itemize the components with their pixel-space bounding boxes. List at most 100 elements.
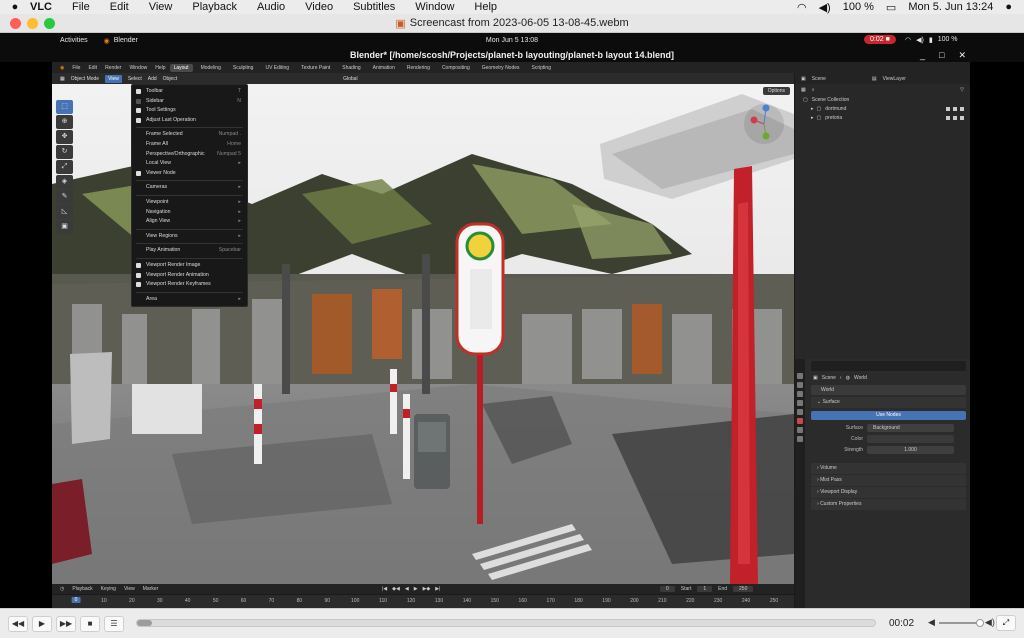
blender-menu-render[interactable]: Render (105, 65, 121, 71)
expand-arrow-icon[interactable]: ▸ (811, 106, 814, 112)
color-swatch[interactable] (867, 434, 954, 443)
output-tab-icon[interactable] (797, 391, 803, 397)
menu-item-tool-settings[interactable]: Tool Settings (132, 106, 247, 116)
timeline-menu-marker[interactable]: Marker (143, 586, 159, 592)
cursor-tool-icon[interactable]: ⊕ (56, 115, 73, 129)
menu-item-align-view[interactable]: Align View ▸ (132, 217, 247, 227)
panel-viewport-display[interactable]: › Viewport Display (811, 487, 966, 498)
stop-button[interactable]: ■ (80, 615, 100, 632)
apple-icon[interactable]: ● (0, 1, 30, 13)
menu-item-navigation[interactable]: Navigation ▸ (132, 208, 247, 218)
annotate-tool-icon[interactable]: ✎ (56, 190, 73, 204)
workspace-tab-rendering[interactable]: Rendering (403, 64, 434, 72)
timeline-menu-keying[interactable]: Keying (101, 586, 116, 592)
workspace-tab-uv-editing[interactable]: UV Editing (261, 64, 293, 72)
menu-view[interactable]: View (149, 1, 173, 13)
workspace-tab-scripting[interactable]: Scripting (528, 64, 555, 72)
blender-menu-window[interactable]: Window (129, 65, 147, 71)
menu-item-viewer-node[interactable]: Viewer Node (132, 169, 247, 179)
activities-button[interactable]: Activities (60, 37, 88, 44)
workspace-tab-sculpting[interactable]: Sculpting (229, 64, 258, 72)
scene-name[interactable]: Scene (812, 76, 826, 82)
scene-tab-icon[interactable] (797, 409, 803, 415)
close-icon[interactable]: ✕ (958, 48, 966, 62)
menu-item-play-animation[interactable]: Play Animation Spacebar (132, 246, 247, 256)
editor-type-icon[interactable]: ▦ (60, 76, 65, 82)
outliner-item-pretoria[interactable]: ▸ ▢ pretoria (795, 113, 970, 122)
workspace-tab-texture-paint[interactable]: Texture Paint (297, 64, 334, 72)
gnome-status[interactable]: ◠ ◀) ▮ 100 % (905, 36, 958, 44)
move-tool-icon[interactable]: ✥ (56, 130, 73, 144)
timeline-menu-view[interactable]: View (124, 586, 135, 592)
menu-help[interactable]: Help (474, 1, 497, 13)
viewport-menu-select[interactable]: Select (128, 76, 142, 82)
menu-window[interactable]: Window (415, 1, 454, 13)
minimize-window-button[interactable] (27, 18, 38, 29)
viewport-menu-view[interactable]: View (105, 74, 122, 83)
menu-item-toolbar[interactable]: Toolbar T (132, 87, 247, 97)
menu-item-area[interactable]: Area ▸ (132, 295, 247, 305)
object-mode-dropdown[interactable]: Object Mode (71, 76, 99, 82)
prev-keyframe-icon[interactable]: ◆◀ (392, 586, 400, 592)
fast-forward-button[interactable]: ▶▶ (56, 615, 76, 632)
control-center-icon[interactable]: ● (1005, 1, 1012, 13)
menubar-datetime[interactable]: Mon 5. Jun 13:24 (908, 1, 993, 13)
volume-knob[interactable] (975, 618, 984, 627)
strength-input[interactable]: 1.000 (867, 445, 954, 454)
viewport-menu-add[interactable]: Add (148, 76, 157, 82)
search-icon[interactable]: ⌕ (812, 87, 815, 93)
workspace-tab-shading[interactable]: Shading (338, 64, 364, 72)
menu-item-frame-all[interactable]: Frame All Home (132, 140, 247, 150)
next-keyframe-icon[interactable]: ▶◆ (423, 586, 431, 592)
playlist-button[interactable]: ☰ (104, 615, 124, 632)
timeline-menu-playback[interactable]: Playback (72, 586, 92, 592)
panel-volume[interactable]: › Volume (811, 463, 966, 474)
render-tab-icon[interactable] (797, 382, 803, 388)
current-frame-marker[interactable]: 0 (71, 597, 81, 603)
blender-menu-help[interactable]: Help (155, 65, 165, 71)
scale-tool-icon[interactable]: ⤢ (56, 160, 73, 174)
gnome-app-menu[interactable]: ◉ Blender (104, 37, 138, 45)
workspace-tab-compositing[interactable]: Compositing (438, 64, 474, 72)
play-reverse-icon[interactable]: ◀ (405, 586, 409, 592)
menu-file[interactable]: File (72, 1, 90, 13)
recording-indicator[interactable]: 0:02 ■ (864, 35, 896, 44)
menu-item-view-regions[interactable]: View Regions ▸ (132, 232, 247, 242)
transform-orientation-dropdown[interactable]: Global (343, 76, 357, 82)
menu-subtitles[interactable]: Subtitles (353, 1, 395, 13)
menu-item-viewport-render-keyframes[interactable]: Viewport Render Keyframes (132, 280, 247, 290)
menu-item-viewpoint[interactable]: Viewpoint ▸ (132, 198, 247, 208)
minimize-icon[interactable]: _ (920, 48, 925, 62)
scene-icon[interactable]: ▣ (801, 76, 806, 82)
menu-item-perspective-ortho[interactable]: Perspective/Orthographic Numpad 5 (132, 150, 247, 160)
menu-item-adjust-last-operation[interactable]: Adjust Last Operation (132, 116, 247, 126)
timeline-ruler[interactable]: 0 10 20 30 40 50 60 70 80 90 100 110 120 130 140 150 160… (52, 595, 794, 608)
rewind-button[interactable]: ◀◀ (8, 615, 28, 632)
fullscreen-button[interactable]: ⤢ (996, 615, 1016, 631)
menu-item-viewport-render-image[interactable]: Viewport Render Image (132, 261, 247, 271)
visibility-toggles[interactable] (946, 106, 964, 111)
use-nodes-button[interactable]: Use Nodes (811, 411, 966, 420)
menu-video[interactable]: Video (305, 1, 333, 13)
panel-surface[interactable]: ⌄ Surface (811, 397, 966, 408)
menu-edit[interactable]: Edit (110, 1, 129, 13)
properties-search-input[interactable] (811, 361, 966, 371)
collection-tab-icon[interactable] (797, 427, 803, 433)
world-selector[interactable]: World (811, 385, 966, 395)
current-frame-field[interactable]: 0 (660, 586, 675, 592)
menu-item-cameras[interactable]: Cameras ▸ (132, 183, 247, 193)
select-tool-icon[interactable]: ⬚ (56, 100, 73, 114)
view-layer-icon[interactable]: ▤ (872, 76, 877, 82)
world-tab-icon[interactable] (797, 418, 803, 424)
volume-icon[interactable]: ◀) (819, 1, 831, 14)
jump-end-icon[interactable]: ▶| (435, 586, 440, 592)
viewport-options-button[interactable]: Options (762, 87, 790, 95)
filter-icon[interactable]: ▽ (960, 87, 964, 93)
blender-menu-file[interactable]: File (72, 65, 80, 71)
texture-tab-icon[interactable] (797, 436, 803, 442)
outliner-item-scene-collection[interactable]: ▢ Scene Collection (795, 95, 970, 104)
end-frame-field[interactable]: 250 (733, 586, 754, 592)
rotate-tool-icon[interactable]: ↻ (56, 145, 73, 159)
start-frame-field[interactable]: 1 (697, 586, 713, 592)
panel-mist-pass[interactable]: › Mist Pass (811, 475, 966, 486)
